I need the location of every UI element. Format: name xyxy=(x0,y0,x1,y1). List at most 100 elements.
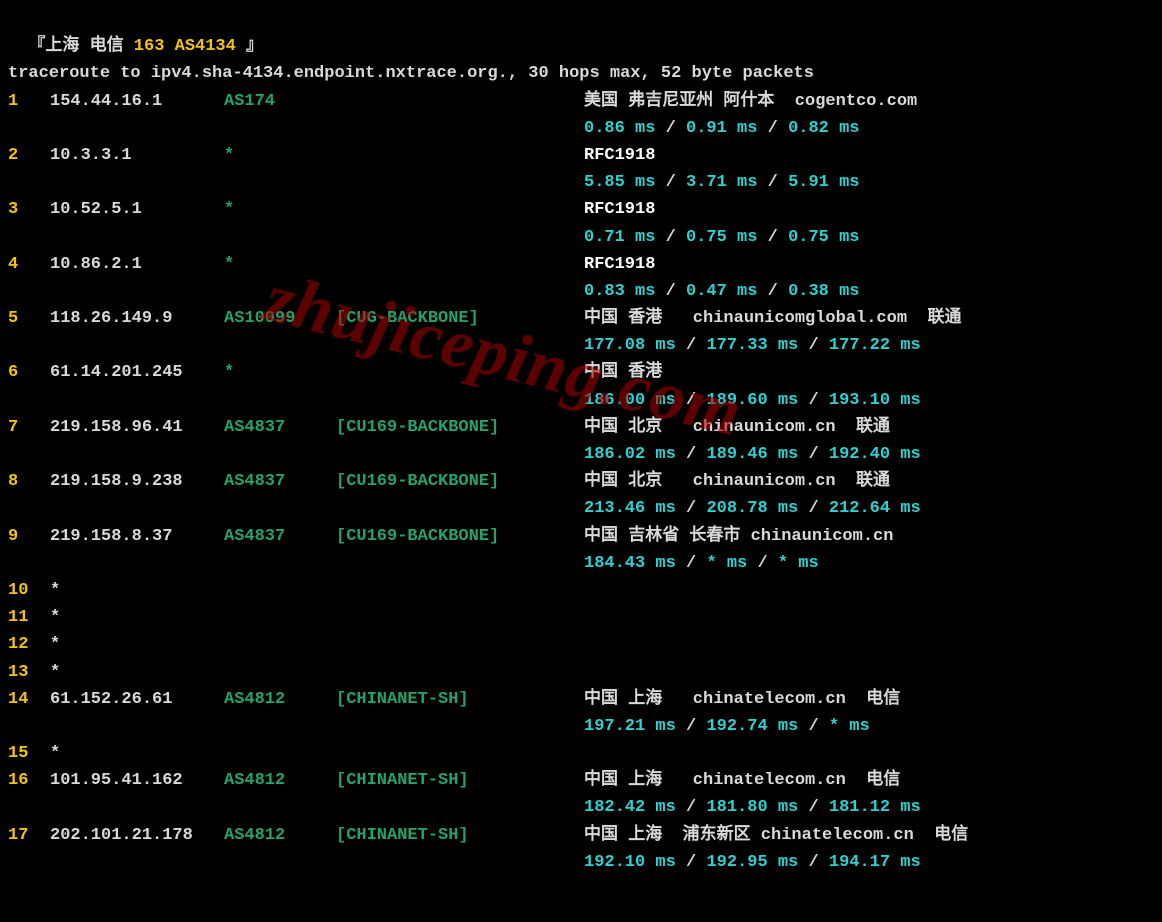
hop-number: 4 xyxy=(8,251,50,278)
lat-3: 212.64 ms xyxy=(829,499,921,518)
sep: / xyxy=(798,391,829,410)
lat-3: * ms xyxy=(829,717,870,736)
lat-3: 0.38 ms xyxy=(788,282,859,301)
lat-2: 0.75 ms xyxy=(686,228,757,247)
hop-row: 5118.26.149.9AS10099[CUG-BACKBONE]中国 香港 … xyxy=(8,305,1154,332)
hop-tag xyxy=(336,142,584,169)
sep: / xyxy=(655,282,686,301)
lat-2: 192.95 ms xyxy=(706,853,798,872)
hop-number: 2 xyxy=(8,142,50,169)
hop-ip: 154.44.16.1 xyxy=(50,88,224,115)
hop-latency: 177.08 ms / 177.33 ms / 177.22 ms xyxy=(8,332,1154,359)
hop-asn: * xyxy=(224,251,336,278)
hop-latency: 182.42 ms / 181.80 ms / 181.12 ms xyxy=(8,794,1154,821)
hop-latency: 0.86 ms / 0.91 ms / 0.82 ms xyxy=(8,115,1154,142)
lat-1: 213.46 ms xyxy=(584,499,676,518)
hop-latency: 184.43 ms / * ms / * ms xyxy=(8,550,1154,577)
hop-asn: AS4837 xyxy=(224,414,336,441)
hop-asn: AS4812 xyxy=(224,686,336,713)
lat-2: 189.60 ms xyxy=(706,391,798,410)
trace-intro: traceroute to ipv4.sha-4134.endpoint.nxt… xyxy=(8,60,1154,87)
sep: / xyxy=(798,853,829,872)
sep: / xyxy=(676,853,707,872)
hop-tag: [CU169-BACKBONE] xyxy=(336,523,584,550)
sep: / xyxy=(798,445,829,464)
sep: / xyxy=(757,282,788,301)
hop-number: 1 xyxy=(8,88,50,115)
lat-2: 189.46 ms xyxy=(706,445,798,464)
hop-ip: 10.3.3.1 xyxy=(50,142,224,169)
hop-tag: [CHINANET-SH] xyxy=(336,822,584,849)
hop-ip: 10.52.5.1 xyxy=(50,196,224,223)
lat-3: 194.17 ms xyxy=(829,853,921,872)
lat-1: 0.83 ms xyxy=(584,282,655,301)
hop-tag xyxy=(336,251,584,278)
sep: / xyxy=(798,798,829,817)
hop-number: 9 xyxy=(8,523,50,550)
hop-asn: * xyxy=(224,142,336,169)
sep: / xyxy=(757,173,788,192)
hop-latency: 186.00 ms / 189.60 ms / 193.10 ms xyxy=(8,387,1154,414)
hop-list: 1154.44.16.1AS174 美国 弗吉尼亚州 阿什本 cogentco.c… xyxy=(8,88,1154,876)
hop-row: 210.3.3.1* RFC1918 xyxy=(8,142,1154,169)
hop-asn: AS4837 xyxy=(224,523,336,550)
lat-3: 192.40 ms xyxy=(829,445,921,464)
hop-ip: 219.158.9.238 xyxy=(50,468,224,495)
hop-number: 14 xyxy=(8,686,50,713)
lat-1: 186.02 ms xyxy=(584,445,676,464)
hop-number: 7 xyxy=(8,414,50,441)
sep: / xyxy=(798,336,829,355)
hop-geo: RFC1918 xyxy=(584,196,1154,223)
hop-ip: 219.158.96.41 xyxy=(50,414,224,441)
sep: / xyxy=(655,119,686,138)
lat-2: 3.71 ms xyxy=(686,173,757,192)
bracket-open: 『 xyxy=(28,37,45,56)
lat-1: 177.08 ms xyxy=(584,336,676,355)
hop-asn: AS10099 xyxy=(224,305,336,332)
sep: / xyxy=(798,499,829,518)
hop-row: 9219.158.8.37AS4837[CU169-BACKBONE]中国 吉林… xyxy=(8,523,1154,550)
sep: / xyxy=(798,717,829,736)
sep: / xyxy=(757,228,788,247)
hop-latency: 5.85 ms / 3.71 ms / 5.91 ms xyxy=(8,169,1154,196)
hop-tag: [CHINANET-SH] xyxy=(336,767,584,794)
hop-ip: 118.26.149.9 xyxy=(50,305,224,332)
hop-tag: [CHINANET-SH] xyxy=(336,686,584,713)
hop-latency: 0.71 ms / 0.75 ms / 0.75 ms xyxy=(8,224,1154,251)
hop-tag: [CUG-BACKBONE] xyxy=(336,305,584,332)
sep: / xyxy=(676,554,707,573)
hop-row: 16101.95.41.162AS4812[CHINANET-SH]中国 上海 … xyxy=(8,767,1154,794)
hop-tag xyxy=(336,196,584,223)
sep: / xyxy=(676,336,707,355)
lat-2: 208.78 ms xyxy=(706,499,798,518)
hop-row: 8219.158.9.238AS4837[CU169-BACKBONE]中国 北… xyxy=(8,468,1154,495)
hop-number: 6 xyxy=(8,359,50,386)
hop-ip: 219.158.8.37 xyxy=(50,523,224,550)
hop-asn: AS174 xyxy=(224,88,336,115)
hop-geo: 中国 北京 chinaunicom.cn 联通 xyxy=(584,468,1154,495)
hop-ip: * xyxy=(50,659,224,686)
lat-2: 177.33 ms xyxy=(706,336,798,355)
hop-number: 16 xyxy=(8,767,50,794)
hop-geo: 中国 上海 浦东新区 chinatelecom.cn 电信 xyxy=(584,822,1154,849)
hop-geo: 美国 弗吉尼亚州 阿什本 cogentco.com xyxy=(584,88,1154,115)
lat-3: 0.82 ms xyxy=(788,119,859,138)
sep: / xyxy=(676,445,707,464)
hop-geo: RFC1918 xyxy=(584,142,1154,169)
hop-ip: * xyxy=(50,631,224,658)
hop-ip: 61.152.26.61 xyxy=(50,686,224,713)
lat-2: 181.80 ms xyxy=(706,798,798,817)
lat-3: 5.91 ms xyxy=(788,173,859,192)
sep: / xyxy=(676,499,707,518)
trace-header: 『上海 电信 163 AS4134 』 xyxy=(8,6,1154,60)
hop-row: 7219.158.96.41AS4837[CU169-BACKBONE]中国 北… xyxy=(8,414,1154,441)
lat-1: 182.42 ms xyxy=(584,798,676,817)
hop-asn: AS4837 xyxy=(224,468,336,495)
sep: / xyxy=(655,173,686,192)
lat-2: 192.74 ms xyxy=(706,717,798,736)
hop-number: 11 xyxy=(8,604,50,631)
hop-ip: * xyxy=(50,577,224,604)
hop-geo: 中国 香港 chinaunicomglobal.com 联通 xyxy=(584,305,1154,332)
hop-row: 310.52.5.1*RFC1918 xyxy=(8,196,1154,223)
header-net: 163 AS4134 xyxy=(124,37,236,56)
